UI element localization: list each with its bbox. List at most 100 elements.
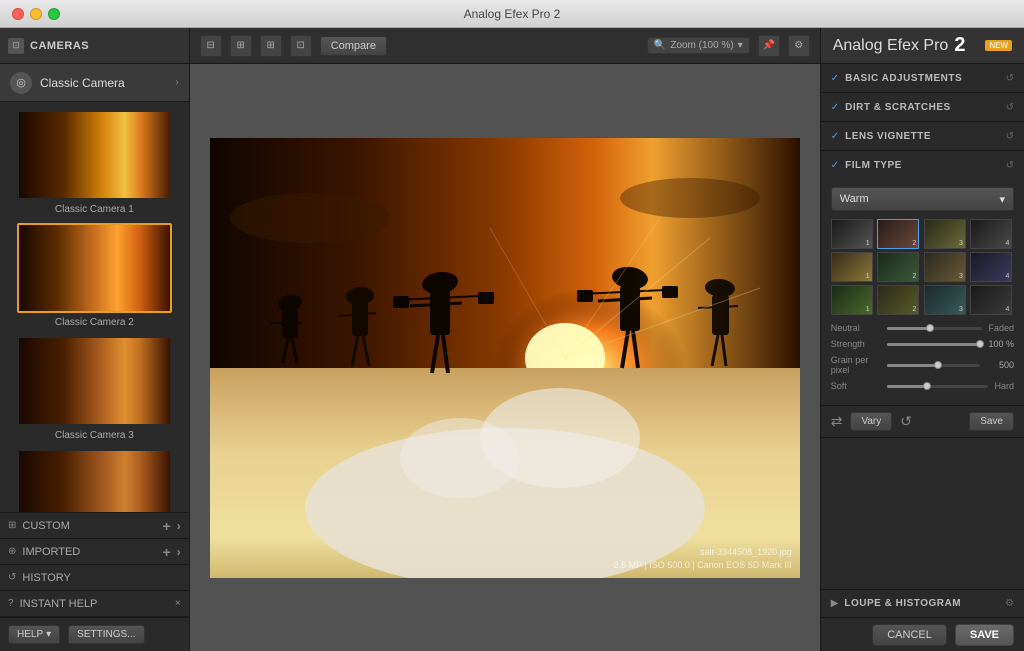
panel-actions: ⇄ Vary ↺ Save <box>821 405 1024 437</box>
sidebar-item-instant-help[interactable]: ? INSTANT HELP × <box>0 591 189 617</box>
loupe-settings-icon[interactable]: ⚙ <box>1005 598 1014 609</box>
basic-adjustments-header[interactable]: ✓ BASIC ADJUSTMENTS ↺ <box>821 64 1024 92</box>
app-title: Analog Efex Pro 2 <box>464 7 561 21</box>
film-swatch-8[interactable]: 4 <box>970 252 1012 282</box>
maximize-button[interactable] <box>48 8 60 20</box>
film-swatch-5[interactable]: 1 <box>831 252 873 282</box>
view-grid-btn[interactable]: ⊞ <box>260 35 282 57</box>
zoom-label: Zoom (100 %) <box>670 40 733 51</box>
zoom-control[interactable]: 🔍 Zoom (100 %) ▾ <box>647 37 750 54</box>
thumbnail-item-3[interactable]: Classic Camera 3 <box>8 336 181 441</box>
lens-vignette-header[interactable]: ✓ LENS VIGNETTE ↺ <box>821 122 1024 150</box>
add-custom-icon[interactable]: + <box>163 518 171 534</box>
shuffle-icon[interactable]: ⇄ <box>831 413 843 430</box>
chevron-right-icon: › <box>175 77 178 88</box>
zoom-icon: 🔍 <box>654 40 666 51</box>
help-button[interactable]: HELP ▾ <box>8 625 60 644</box>
sidebar-item-history[interactable]: ↺ HISTORY <box>0 565 189 591</box>
image-metadata: 2.5 MP | ISO 500.0 | Canon EOS 5D Mark I… <box>614 559 792 572</box>
film-swatch-9[interactable]: 1 <box>831 285 873 315</box>
film-type-header[interactable]: ✓ FILM TYPE ↺ <box>821 151 1024 179</box>
film-swatch-10[interactable]: 2 <box>877 285 919 315</box>
film-swatches-grid: 1 2 3 4 1 2 3 4 1 2 3 4 <box>831 219 1014 315</box>
vary-button[interactable]: Vary <box>850 412 892 431</box>
dirt-scratches-reset[interactable]: ↺ <box>1006 102 1014 113</box>
film-swatch-7[interactable]: 3 <box>924 252 966 282</box>
pin-icon-btn[interactable]: 📌 <box>758 35 780 57</box>
save-panel-button[interactable]: Save <box>969 412 1014 431</box>
soft-hard-row: Soft Hard <box>831 381 1014 391</box>
instant-help-label: INSTANT HELP <box>20 598 169 610</box>
settings-button[interactable]: SETTINGS... <box>68 625 144 644</box>
window-controls[interactable] <box>12 8 60 20</box>
imported-label: IMPORTED <box>22 546 156 558</box>
history-label: HISTORY <box>22 572 180 584</box>
cancel-button[interactable]: CANCEL <box>872 624 947 646</box>
camera-icon: ◎ <box>10 72 32 94</box>
film-swatch-6[interactable]: 2 <box>877 252 919 282</box>
dirt-scratches-header[interactable]: ✓ DIRT & SCRATCHES ↺ <box>821 93 1024 121</box>
reset-action-icon[interactable]: ↺ <box>900 413 912 430</box>
main-container: ⊡ CAMERAS ◎ Classic Camera › Classic Cam… <box>0 28 1024 651</box>
film-swatch-3[interactable]: 3 <box>924 219 966 249</box>
save-panel-label: Save <box>980 416 1003 427</box>
basic-adjustments-check[interactable]: ✓ <box>831 73 839 84</box>
cancel-label: CANCEL <box>887 629 932 641</box>
film-swatch-12[interactable]: 4 <box>970 285 1012 315</box>
basic-adjustments-reset[interactable]: ↺ <box>1006 73 1014 84</box>
film-swatch-1[interactable]: 1 <box>831 219 873 249</box>
camera-selector[interactable]: ◎ Classic Camera › <box>0 64 189 102</box>
sidebar: ⊡ CAMERAS ◎ Classic Camera › Classic Cam… <box>0 28 190 651</box>
soft-label: Soft <box>831 381 881 391</box>
hard-label: Hard <box>994 381 1014 391</box>
basic-adjustments-title: BASIC ADJUSTMENTS <box>845 73 1000 84</box>
thumbnail-item-1[interactable]: Classic Camera 1 <box>8 110 181 215</box>
panel-title-num: 2 <box>954 34 965 57</box>
film-swatch-2[interactable]: 2 <box>877 219 919 249</box>
close-button[interactable] <box>12 8 24 20</box>
lens-vignette-check[interactable]: ✓ <box>831 131 839 142</box>
film-type-content: Warm ▾ 1 2 3 4 1 2 3 4 1 2 <box>821 179 1024 405</box>
grain-row: Grain per pixel 500 <box>831 355 1014 375</box>
thumbnail-item-4[interactable]: Classic Camera 4 <box>8 449 181 512</box>
film-type-reset[interactable]: ↺ <box>1006 160 1014 171</box>
main-image-svg <box>210 138 800 578</box>
lens-vignette-reset[interactable]: ↺ <box>1006 131 1014 142</box>
thumbnails-list: Classic Camera 1 Classic Camera 2 Classi… <box>0 102 189 512</box>
compare-button[interactable]: Compare <box>320 36 387 56</box>
save-button[interactable]: SAVE <box>955 624 1014 646</box>
sidebar-item-custom[interactable]: ⊞ CUSTOM + › <box>0 513 189 539</box>
custom-icon: ⊞ <box>8 520 16 531</box>
custom-label: CUSTOM <box>22 520 156 532</box>
imported-icon: ⊕ <box>8 546 16 557</box>
film-swatch-4[interactable]: 4 <box>970 219 1012 249</box>
dirt-scratches-check[interactable]: ✓ <box>831 102 839 113</box>
add-imported-icon[interactable]: + <box>163 544 171 560</box>
soft-hard-slider[interactable] <box>887 385 989 388</box>
loupe-histogram-section[interactable]: ▶ LOUPE & HISTOGRAM ⚙ <box>821 589 1024 617</box>
film-type-dropdown-label: Warm <box>840 193 869 205</box>
neutral-label: Neutral <box>831 323 881 333</box>
film-swatch-11[interactable]: 3 <box>924 285 966 315</box>
imported-arrow-icon: › <box>177 545 181 559</box>
thumbnail-item-2[interactable]: Classic Camera 2 <box>8 223 181 328</box>
grain-slider[interactable] <box>887 364 980 367</box>
view-single-btn[interactable]: ⊡ <box>290 35 312 57</box>
custom-arrow-icon: › <box>177 519 181 533</box>
section-basic-adjustments: ✓ BASIC ADJUSTMENTS ↺ <box>821 64 1024 93</box>
neutral-faded-slider[interactable] <box>887 327 983 330</box>
main-image <box>210 138 800 578</box>
settings-icon-btn[interactable]: ⚙ <box>788 35 810 57</box>
view-icon-btn[interactable]: ⊟ <box>200 35 222 57</box>
film-type-check[interactable]: ✓ <box>831 160 839 171</box>
sidebar-item-imported[interactable]: ⊕ IMPORTED + › <box>0 539 189 565</box>
film-type-dropdown-icon: ▾ <box>999 193 1005 206</box>
zoom-dropdown-icon: ▾ <box>738 40 743 51</box>
strength-slider[interactable] <box>887 343 980 346</box>
panel-bottom: CANCEL SAVE <box>821 617 1024 651</box>
neutral-faded-row: Neutral Faded <box>831 323 1014 333</box>
view-split-btn[interactable]: ⊞ <box>230 35 252 57</box>
minimize-button[interactable] <box>30 8 42 20</box>
film-type-dropdown[interactable]: Warm ▾ <box>831 187 1014 211</box>
strength-row: Strength 100 % <box>831 339 1014 349</box>
